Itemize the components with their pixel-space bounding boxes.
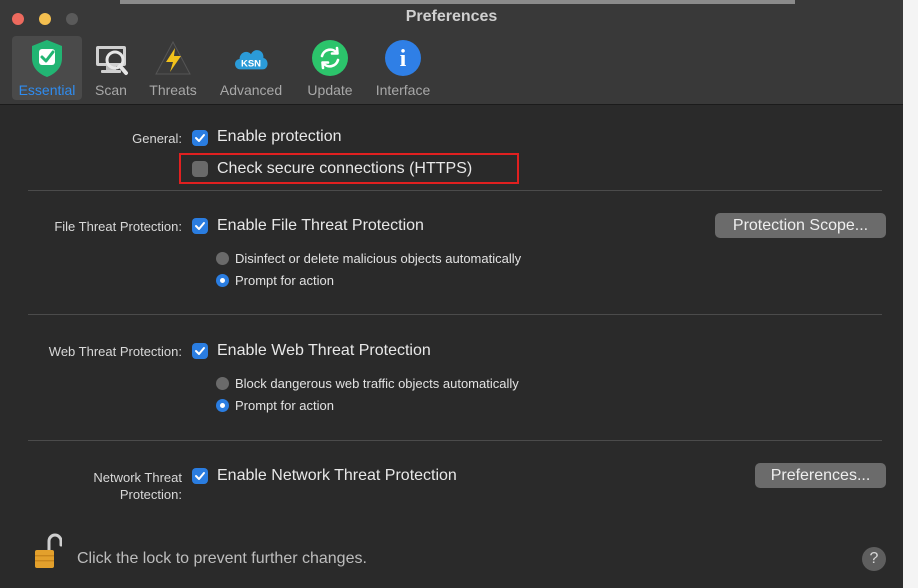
tab-advanced[interactable]: KSN Advanced	[216, 36, 286, 100]
web-prompt-label: Prompt for action	[235, 398, 334, 413]
network-threat-label-line2: Protection:	[119, 487, 182, 502]
tab-threats[interactable]: Threats	[146, 36, 200, 100]
web-threat-label: Web Threat Protection:	[48, 344, 182, 359]
ksn-cloud-icon: KSN	[231, 38, 271, 78]
web-block-radio[interactable]	[216, 377, 229, 390]
checkmark-icon	[195, 222, 205, 230]
essential-settings-pane: General: Enable protection Check secure …	[0, 105, 903, 588]
network-preferences-button[interactable]: Preferences...	[755, 463, 886, 488]
divider	[28, 314, 882, 315]
window-title: Preferences	[405, 8, 498, 25]
enable-network-threat-label: Enable Network Threat Protection	[217, 467, 457, 484]
tab-essential[interactable]: Essential	[12, 36, 82, 100]
preferences-window: Preferences Essential Scan Threats KSN A…	[0, 0, 903, 588]
top-edge-bar	[120, 0, 795, 4]
tab-scan[interactable]: Scan	[88, 36, 134, 100]
update-icon	[310, 38, 350, 78]
enable-web-threat-checkbox[interactable]	[192, 343, 208, 359]
toolbar: Preferences Essential Scan Threats KSN A…	[0, 0, 903, 105]
tab-essential-label: Essential	[18, 82, 76, 98]
info-icon-letter: i	[400, 46, 407, 72]
lock-icon[interactable]	[34, 530, 63, 570]
file-prompt-label: Prompt for action	[235, 273, 334, 288]
tab-scan-label: Scan	[95, 82, 127, 98]
shield-check-icon	[27, 38, 67, 78]
enable-web-threat-label: Enable Web Threat Protection	[217, 342, 431, 359]
checkmark-icon	[195, 347, 205, 355]
tab-interface-label: Interface	[375, 82, 431, 98]
lock-message: Click the lock to prevent further change…	[77, 550, 367, 567]
file-disinfect-label: Disinfect or delete malicious objects au…	[235, 251, 522, 266]
tab-update[interactable]: Update	[304, 36, 356, 100]
network-threat-label-line1: Network Threat	[93, 470, 182, 485]
file-prompt-radio[interactable]	[216, 274, 229, 287]
tab-advanced-label: Advanced	[219, 82, 283, 98]
file-disinfect-radio[interactable]	[216, 252, 229, 265]
divider	[28, 190, 882, 191]
info-icon: i	[383, 38, 423, 78]
background-strip	[903, 0, 918, 588]
help-button[interactable]: ?	[862, 547, 886, 571]
divider	[28, 440, 882, 441]
enable-file-threat-checkbox[interactable]	[192, 218, 208, 234]
enable-protection-checkbox[interactable]	[192, 130, 208, 146]
checkmark-icon	[195, 472, 205, 480]
highlight-box	[179, 153, 519, 184]
network-threat-label: Network Threat Protection:	[20, 469, 182, 503]
enable-protection-label: Enable protection	[217, 128, 342, 145]
enable-file-threat-label: Enable File Threat Protection	[217, 217, 424, 234]
protection-scope-button[interactable]: Protection Scope...	[715, 213, 886, 238]
general-label: General:	[132, 131, 182, 146]
web-prompt-radio[interactable]	[216, 399, 229, 412]
scan-icon	[91, 38, 131, 78]
threats-bolt-icon	[153, 38, 193, 78]
web-block-label: Block dangerous web traffic objects auto…	[235, 376, 519, 391]
tab-threats-label: Threats	[149, 82, 197, 98]
tab-update-label: Update	[307, 82, 353, 98]
file-threat-label: File Threat Protection:	[54, 219, 182, 234]
enable-network-threat-checkbox[interactable]	[192, 468, 208, 484]
ksn-text: KSN	[241, 59, 261, 70]
tab-interface[interactable]: i Interface	[370, 36, 436, 100]
checkmark-icon	[195, 134, 205, 142]
